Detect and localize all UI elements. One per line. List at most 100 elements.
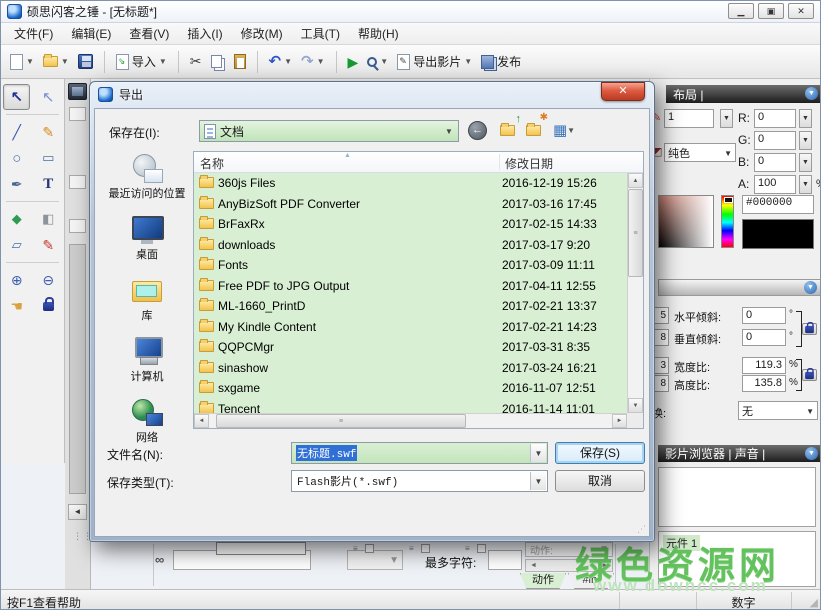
frame-spinner[interactable]: ▼ — [720, 109, 733, 128]
hue-bar[interactable] — [721, 195, 734, 248]
transform-value-field[interactable]: 119.3 — [742, 357, 786, 374]
chevron-down-icon[interactable]: ▼ — [464, 57, 472, 66]
chevron-down-icon[interactable]: ▼ — [441, 122, 457, 140]
zoom-in-tool[interactable]: ⊕ — [3, 267, 30, 293]
collapse-left-button[interactable]: ◄ — [68, 504, 87, 520]
column-divider[interactable] — [499, 154, 500, 170]
scroll-up-icon[interactable]: ▲ — [628, 173, 643, 188]
chevron-down-icon[interactable]: ▼ — [530, 472, 546, 490]
vertical-scrollbar[interactable]: ▲ ≡ ▼ — [627, 173, 643, 413]
place-item-computer[interactable]: 计算机 — [130, 336, 164, 384]
text-tool[interactable]: T — [35, 171, 62, 197]
channel-spinner[interactable]: ▼ — [799, 175, 812, 194]
resize-grip[interactable]: ◢ — [810, 596, 818, 609]
color-gradient-picker[interactable] — [658, 195, 714, 248]
pen-tool[interactable]: ✒ — [3, 171, 30, 197]
tab-动作[interactable]: 动作 — [520, 573, 566, 589]
save-confirm-button[interactable]: 保存(S) — [555, 442, 645, 464]
hand-tool[interactable]: ☚ — [3, 293, 30, 319]
ellipse-tool[interactable]: ○ — [3, 145, 30, 171]
brush-tool[interactable]: ✎ — [35, 232, 62, 258]
horizontal-scrollbar[interactable]: ◄ ≡ ► — [194, 413, 627, 428]
undo-button[interactable]: ↶▼ — [266, 52, 296, 71]
fill-transform-tool[interactable]: ▱ — [3, 232, 30, 258]
collapse-arrow-icon[interactable]: ▼ — [805, 87, 818, 100]
strip-button[interactable] — [69, 219, 86, 233]
menu-item[interactable]: 修改(M) — [232, 23, 292, 44]
scroll-left-icon[interactable]: ◄ — [194, 414, 209, 428]
flip-select[interactable]: 无 ▼ — [738, 401, 818, 420]
file-row[interactable]: AnyBizSoft PDF Converter2017-03-16 17:45 — [194, 194, 627, 215]
new-document-button[interactable]: ▼ — [7, 52, 37, 72]
up-one-level-button[interactable]: ↑ — [497, 120, 518, 141]
chevron-down-icon[interactable]: ▼ — [380, 57, 388, 66]
channel-spinner[interactable]: ▼ — [799, 109, 812, 128]
channel-value-field[interactable]: 100 — [754, 175, 796, 194]
name-column-header[interactable]: 名称 — [200, 155, 224, 172]
close-button[interactable]: ✕ — [788, 3, 814, 19]
preview-button[interactable]: ▼ — [364, 55, 391, 69]
file-row[interactable]: Free PDF to JPG Output2017-04-11 12:55 — [194, 276, 627, 297]
chevron-down-icon[interactable]: ▼ — [724, 149, 732, 158]
paste-button[interactable] — [231, 52, 249, 71]
file-row[interactable]: BrFaxRx2017-02-15 14:33 — [194, 214, 627, 235]
strip-button[interactable] — [69, 175, 86, 189]
cut-button[interactable]: ✂ — [187, 51, 205, 72]
file-row[interactable]: 360js Files2016-12-19 15:26 — [194, 173, 627, 194]
export-movie-button[interactable]: ✎导出影片▼ — [394, 51, 475, 72]
vertical-scroll-thumb[interactable]: ≡ — [628, 189, 643, 277]
view-menu-button[interactable]: ▦▼ — [549, 120, 579, 141]
max-chars-input[interactable] — [488, 550, 522, 570]
link-target-select[interactable]: ▼ — [347, 550, 403, 570]
timeline-icon[interactable] — [68, 83, 87, 100]
collapse-arrow-icon[interactable]: ▼ — [805, 447, 818, 460]
menu-item[interactable]: 插入(I) — [178, 23, 231, 44]
filename-input[interactable]: 无标题.swf ▼ — [291, 442, 548, 464]
paint-bucket-tool[interactable]: ◧ — [35, 206, 62, 232]
publish-button[interactable]: 发布 — [478, 51, 524, 72]
movie-browser-box[interactable] — [658, 467, 816, 527]
file-row[interactable]: QQPCMgr2017-03-31 8:35 — [194, 337, 627, 358]
horizontal-scroll-thumb[interactable]: ≡ — [216, 414, 466, 428]
place-item-libraries[interactable]: 库 — [130, 275, 164, 323]
chevron-down-icon[interactable]: ▼ — [159, 57, 167, 66]
save-in-select[interactable]: 文档 ▼ — [199, 120, 459, 142]
hex-color-field[interactable]: #000000 — [742, 195, 814, 214]
chevron-down-icon[interactable]: ▼ — [567, 126, 575, 135]
place-item-desktop[interactable]: 桌面 — [130, 214, 164, 262]
transform-value-field[interactable]: 0 — [742, 307, 786, 324]
chevron-down-icon[interactable]: ▼ — [284, 57, 292, 66]
new-folder-button[interactable]: ✱ — [523, 120, 544, 141]
date-column-header[interactable]: 修改日期 — [505, 155, 553, 172]
selection-tool[interactable]: ↖ — [3, 84, 30, 110]
strip-scrollbar[interactable] — [69, 244, 86, 494]
file-row[interactable]: My Kindle Content2017-02-21 14:23 — [194, 317, 627, 338]
filetype-select[interactable]: Flash影片(*.swf) ▼ — [291, 470, 548, 492]
menu-item[interactable]: 帮助(H) — [349, 23, 408, 44]
skew-lock-button[interactable] — [802, 323, 817, 335]
file-row[interactable]: sinashow2017-03-24 16:21 — [194, 358, 627, 379]
strip-button[interactable] — [69, 107, 86, 121]
movie-browser-panel-header[interactable]: 影片浏览器 | 声音 | ▼ — [658, 445, 821, 462]
pencil-tool[interactable]: ✎ — [35, 119, 62, 145]
transform-panel-header[interactable]: ▼ — [658, 279, 821, 296]
menu-item[interactable]: 编辑(E) — [62, 23, 120, 44]
channel-spinner[interactable]: ▼ — [799, 153, 812, 172]
copy-button[interactable] — [208, 53, 228, 70]
zoom-out-tool[interactable]: ⊖ — [35, 267, 62, 293]
subselection-tool[interactable]: ↖ — [35, 84, 62, 110]
option-checkbox[interactable] — [477, 544, 486, 553]
font-style-fragment[interactable] — [216, 542, 306, 555]
menu-item[interactable]: 查看(V) — [120, 23, 178, 44]
chevron-down-icon[interactable]: ▼ — [26, 57, 34, 66]
back-button[interactable]: ← — [467, 120, 488, 141]
layout-panel-header[interactable]: 布局 | ▼ — [666, 85, 821, 103]
fill-type-select[interactable]: 纯色 ▼ — [664, 143, 736, 162]
menu-item[interactable]: 文件(F) — [5, 23, 62, 44]
lock-tool[interactable] — [35, 293, 62, 319]
channel-value-field[interactable]: 0 — [754, 109, 796, 128]
play-button[interactable]: ▶ — [345, 53, 362, 71]
chevron-down-icon[interactable]: ▼ — [806, 407, 814, 416]
file-row[interactable]: Tencent2016-11-14 11:01 — [194, 399, 627, 414]
chevron-down-icon[interactable]: ▼ — [530, 444, 546, 462]
